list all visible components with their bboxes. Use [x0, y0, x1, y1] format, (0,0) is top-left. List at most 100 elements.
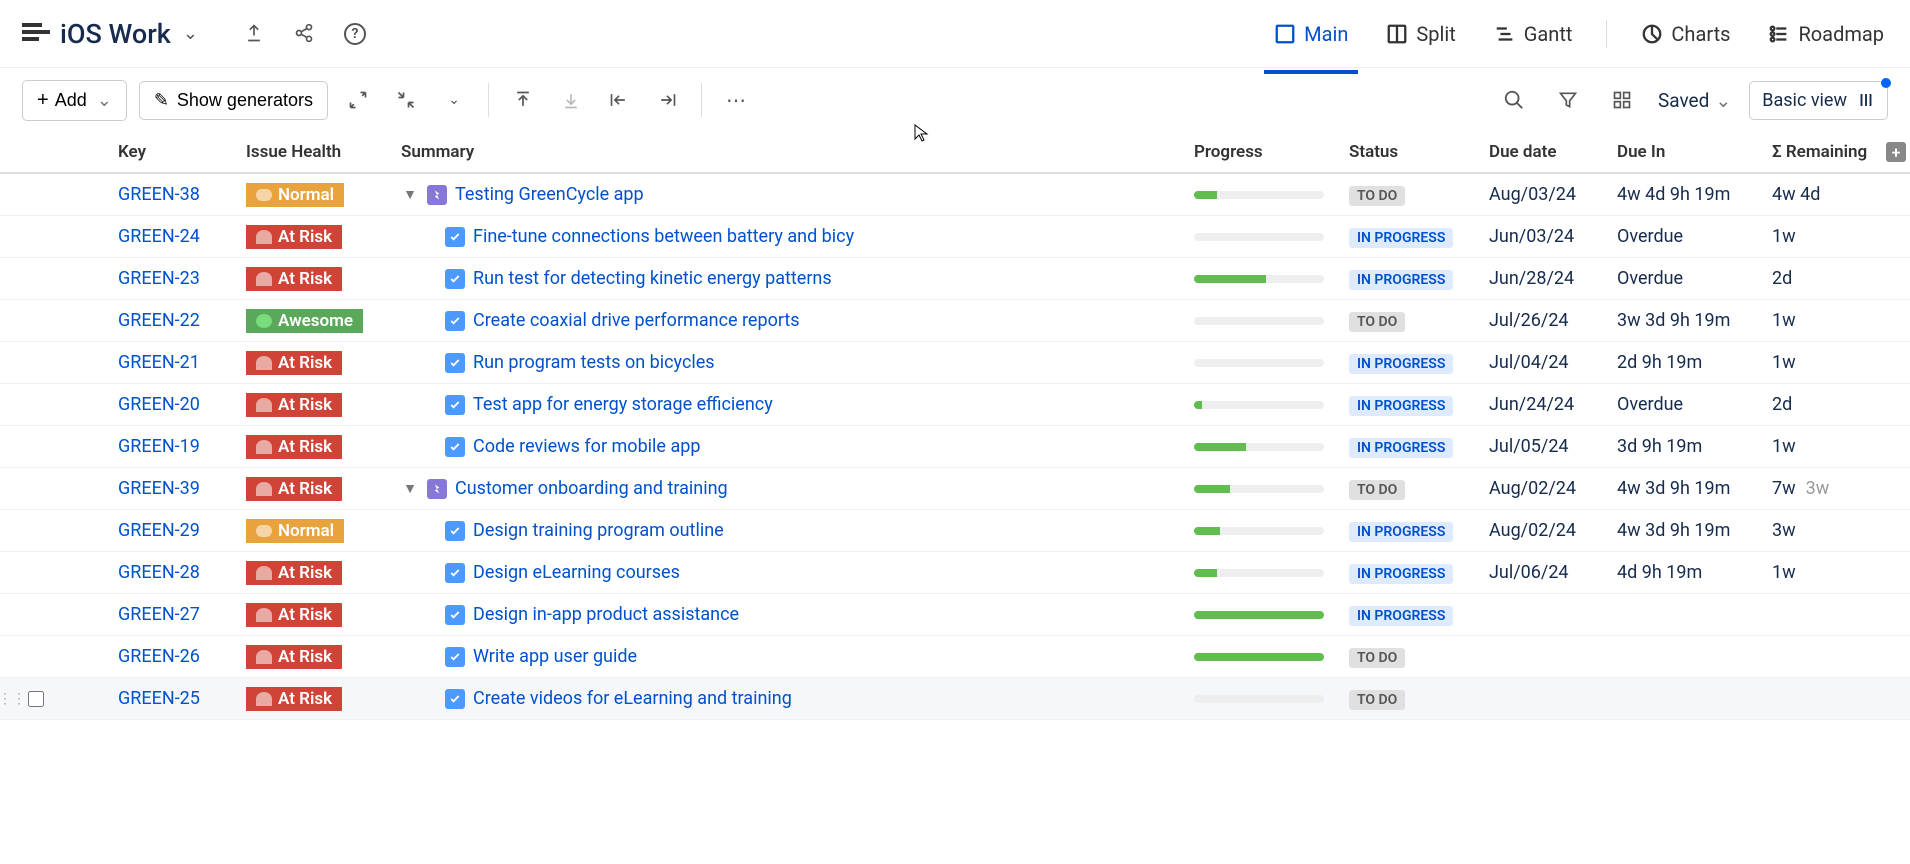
cell-remaining[interactable]: 1w [1772, 226, 1882, 247]
summary-link[interactable]: Customer onboarding and training [455, 478, 728, 499]
row-checkbox[interactable] [24, 691, 48, 707]
progress-bar[interactable] [1194, 317, 1324, 325]
cell-remaining[interactable]: 2d [1772, 394, 1882, 415]
th-remaining[interactable]: Σ Remaining [1772, 142, 1882, 162]
search-button[interactable] [1496, 82, 1532, 118]
th-add-column[interactable]: + [1882, 142, 1910, 162]
table-row[interactable]: GREEN-38 Normal ▼ Testing GreenCycle app TO … [0, 174, 1910, 216]
table-row[interactable]: GREEN-29NormalDesign training program ou… [0, 510, 1910, 552]
cell-duedate[interactable]: Jul/04/24 [1489, 352, 1617, 373]
th-summary[interactable]: Summary [401, 142, 1194, 162]
progress-bar[interactable] [1194, 527, 1324, 535]
progress-bar[interactable] [1194, 695, 1324, 703]
view-gantt[interactable]: Gantt [1490, 14, 1577, 54]
progress-bar[interactable] [1194, 443, 1324, 451]
cell-remaining[interactable]: 3w [1772, 520, 1882, 541]
cell-duedate[interactable]: Jul/26/24 [1489, 310, 1617, 331]
th-duein[interactable]: Due In [1617, 142, 1772, 162]
cell-duedate[interactable]: Jun/28/24 [1489, 268, 1617, 289]
health-badge[interactable]: At Risk [246, 435, 342, 459]
move-down-button[interactable] [553, 82, 589, 118]
health-badge[interactable]: At Risk [246, 267, 342, 291]
cell-duedate[interactable]: Jun/03/24 [1489, 226, 1617, 247]
issue-key-link[interactable]: GREEN-25 [118, 688, 200, 709]
status-badge[interactable]: IN PROGRESS [1349, 228, 1453, 248]
summary-link[interactable]: Create coaxial drive performance reports [473, 310, 800, 331]
issue-key-link[interactable]: GREEN-38 [118, 184, 200, 205]
table-row[interactable]: GREEN-21 At Risk Run program tests on bicy… [0, 342, 1910, 384]
summary-link[interactable]: Design in-app product assistance [473, 604, 739, 625]
share-icon[interactable] [294, 23, 314, 43]
table-row[interactable]: GREEN-26At RiskWrite app user guideTO DO [0, 636, 1910, 678]
project-title-dropdown[interactable]: iOS Work ⌄ [22, 18, 198, 50]
status-badge[interactable]: IN PROGRESS [1349, 354, 1453, 374]
filter-button[interactable] [1550, 82, 1586, 118]
indent-button[interactable] [649, 82, 685, 118]
expand-caret-icon[interactable]: ▼ [401, 480, 419, 497]
summary-link[interactable]: Code reviews for mobile app [473, 436, 700, 457]
summary-link[interactable]: Run program tests on bicycles [473, 352, 715, 373]
issue-key-link[interactable]: GREEN-24 [118, 226, 200, 247]
health-badge[interactable]: At Risk [246, 351, 342, 375]
issue-key-link[interactable]: GREEN-26 [118, 646, 200, 667]
table-row[interactable]: GREEN-28At RiskDesign eLearning coursesI… [0, 552, 1910, 594]
progress-bar[interactable] [1194, 191, 1324, 199]
cell-duedate[interactable]: Aug/03/24 [1489, 184, 1617, 205]
table-row[interactable]: GREEN-39At Risk▼Customer onboarding and … [0, 468, 1910, 510]
export-icon[interactable] [244, 23, 264, 43]
status-badge[interactable]: TO DO [1349, 480, 1405, 500]
group-button[interactable] [1604, 82, 1640, 118]
expand-caret-icon[interactable]: ▼ [401, 186, 419, 203]
outdent-button[interactable] [601, 82, 637, 118]
cell-duedate[interactable]: Jul/06/24 [1489, 562, 1617, 583]
cell-remaining[interactable]: 7w3w [1772, 478, 1882, 499]
status-badge[interactable]: TO DO [1349, 186, 1405, 206]
issue-key-link[interactable]: GREEN-23 [118, 268, 200, 289]
status-badge[interactable]: IN PROGRESS [1349, 396, 1453, 416]
progress-bar[interactable] [1194, 401, 1324, 409]
issue-key-link[interactable]: GREEN-19 [118, 436, 200, 457]
progress-bar[interactable] [1194, 233, 1324, 241]
table-row[interactable]: ⋮⋮ GREEN-25 At Risk Create videos for eLear… [0, 678, 1910, 720]
show-generators-button[interactable]: ✎ Show generators [139, 81, 328, 120]
health-badge[interactable]: At Risk [246, 225, 342, 249]
th-key[interactable]: Key [118, 142, 246, 162]
issue-key-link[interactable]: GREEN-20 [118, 394, 200, 415]
summary-link[interactable]: Write app user guide [473, 646, 637, 667]
drag-handle-icon[interactable]: ⋮⋮ [0, 691, 24, 707]
table-row[interactable]: GREEN-24At RiskFine-tune connections bet… [0, 216, 1910, 258]
health-badge[interactable]: At Risk [246, 393, 342, 417]
issue-key-link[interactable]: GREEN-28 [118, 562, 200, 583]
issue-key-link[interactable]: GREEN-21 [118, 352, 200, 373]
summary-link[interactable]: Testing GreenCycle app [455, 184, 644, 205]
cell-duedate[interactable]: Aug/02/24 [1489, 520, 1617, 541]
cell-duedate[interactable]: Jun/24/24 [1489, 394, 1617, 415]
th-duedate[interactable]: Due date [1489, 142, 1617, 162]
status-badge[interactable]: TO DO [1349, 690, 1405, 710]
cell-remaining[interactable]: 1w [1772, 562, 1882, 583]
th-health[interactable]: Issue Health [246, 142, 401, 162]
view-split[interactable]: Split [1382, 14, 1459, 54]
move-up-button[interactable] [505, 82, 541, 118]
status-badge[interactable]: TO DO [1349, 312, 1405, 332]
table-row[interactable]: GREEN-19 At Risk Code reviews for mobile a… [0, 426, 1910, 468]
status-badge[interactable]: IN PROGRESS [1349, 522, 1453, 542]
table-row[interactable]: GREEN-23 At Risk Run test for detecting ki… [0, 258, 1910, 300]
issue-key-link[interactable]: GREEN-29 [118, 520, 200, 541]
summary-link[interactable]: Create videos for eLearning and training [473, 688, 792, 709]
health-badge[interactable]: Normal [246, 183, 344, 207]
status-badge[interactable]: IN PROGRESS [1349, 270, 1453, 290]
table-row[interactable]: GREEN-27At RiskDesign in-app product ass… [0, 594, 1910, 636]
cell-duedate[interactable]: Aug/02/24 [1489, 478, 1617, 499]
health-badge[interactable]: At Risk [246, 687, 342, 711]
add-button[interactable]: + Add ⌄ [22, 80, 127, 121]
progress-bar[interactable] [1194, 611, 1324, 619]
progress-bar[interactable] [1194, 275, 1324, 283]
cell-remaining[interactable]: 1w [1772, 352, 1882, 373]
status-badge[interactable]: IN PROGRESS [1349, 564, 1453, 584]
summary-link[interactable]: Run test for detecting kinetic energy pa… [473, 268, 832, 289]
collapse-all-button[interactable] [388, 82, 424, 118]
expand-all-button[interactable] [340, 82, 376, 118]
cell-remaining[interactable]: 4w 4d [1772, 184, 1882, 205]
status-badge[interactable]: TO DO [1349, 648, 1405, 668]
